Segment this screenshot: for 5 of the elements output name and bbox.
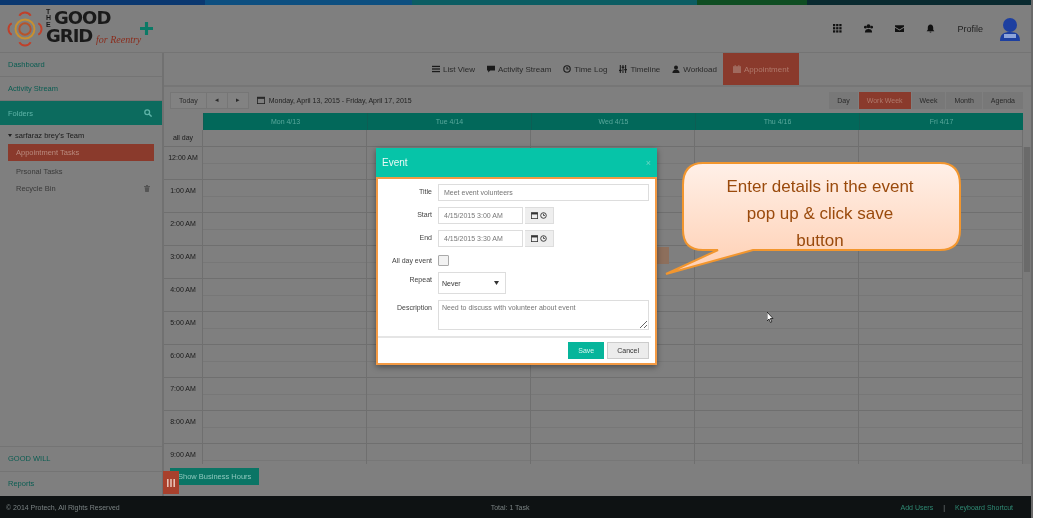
logo-tagline: for Reentry bbox=[96, 34, 142, 45]
logo-text: GRID bbox=[46, 26, 93, 45]
dialog-title: Event bbox=[382, 157, 408, 168]
callout-tooltip-text: Enter details in the event pop up & click save button bbox=[725, 176, 915, 252]
logo-text: GOOD bbox=[54, 8, 111, 27]
